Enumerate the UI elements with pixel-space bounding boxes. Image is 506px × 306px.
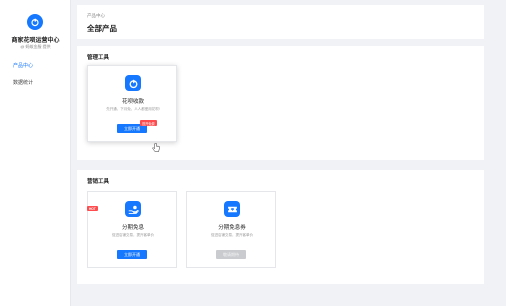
brand-logo-icon: [27, 14, 43, 30]
huabei-icon: [125, 75, 141, 91]
management-tools-section: 管理工具 花呗收款 先开通，下月免，人人都爱用花呗! 立即开通 首开免费: [77, 46, 484, 160]
sidebar: 商家花呗运营中心 @ 蚂蚁金服 提供 产品中心 数据统计: [0, 0, 71, 306]
product-card-huabei-payment[interactable]: 花呗收款 先开通，下月免，人人都爱用花呗! 立即开通 首开免费: [87, 65, 177, 152]
product-card-installment-free[interactable]: 分期免息 促进店铺交易，提升客单价 立即开通 HOT: [87, 191, 177, 268]
page-header: 产品中心 全部产品: [77, 5, 484, 39]
hand-coin-icon: [125, 201, 141, 217]
hot-badge: HOT: [87, 206, 98, 211]
marketing-tools-section: 营销工具 分期免息 促进店铺交易，提升客单价 立即开通 HOT 分期免息券 促进…: [77, 170, 484, 284]
breadcrumb[interactable]: 产品中心: [87, 13, 105, 19]
product-card-installment-coupon[interactable]: 分期免息券 促进店铺交易，提升客单价 敬请期待: [186, 191, 276, 268]
card-title: 分期免息券: [218, 225, 246, 231]
promo-badge: 首开免费: [140, 120, 157, 126]
brand-title: 商家花呗运营中心: [11, 38, 60, 44]
card-title: 花呗收款: [121, 99, 144, 105]
section-title: 管理工具: [87, 55, 110, 61]
section-title: 营销工具: [87, 179, 110, 185]
card-description: 促进店铺交易，提升客单价: [211, 233, 253, 237]
sidebar-item-data-stats[interactable]: 数据统计: [13, 79, 33, 86]
pointer-cursor-icon: [152, 140, 160, 152]
sidebar-item-product-center[interactable]: 产品中心: [13, 62, 33, 69]
card-title: 分期免息: [121, 225, 144, 231]
card-description: 先开通，下月免，人人都爱用花呗!: [106, 107, 160, 111]
page-title: 全部产品: [87, 24, 117, 33]
ticket-icon: [224, 201, 240, 217]
coming-soon-button: 敬请期待: [216, 250, 246, 259]
card-description: 促进店铺交易，提升客单价: [112, 233, 154, 237]
activate-button[interactable]: 立即开通: [117, 250, 147, 259]
brand-subtitle: @ 蚂蚁金服 提供: [20, 44, 51, 49]
